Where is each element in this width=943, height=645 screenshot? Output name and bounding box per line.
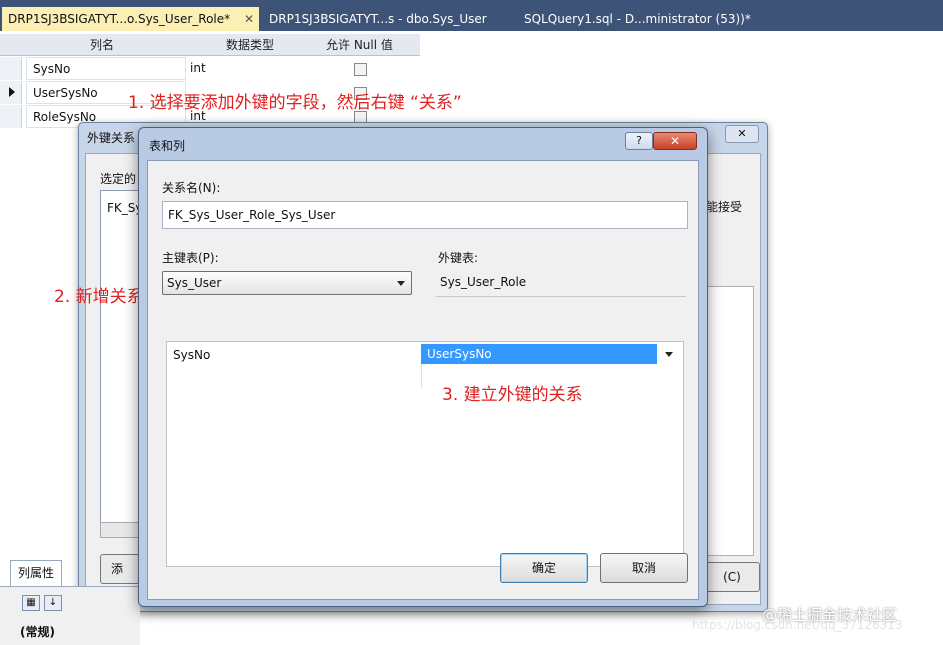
dialog-title: 表和列 <box>149 139 186 153</box>
column-properties-pane: ▦ ↓ (常规) <box>0 586 140 645</box>
pk-table-value: Sys_User <box>167 276 222 290</box>
sort-alphabetical-icon[interactable]: ↓ <box>44 595 62 611</box>
row-selector[interactable] <box>0 81 22 104</box>
relation-name-label: 关系名(N): <box>162 181 221 195</box>
relation-name-input[interactable]: FK_Sys_User_Role_Sys_User <box>162 201 688 229</box>
column-properties-tab[interactable]: 列属性 <box>10 560 62 586</box>
selected-relations-label: 选定的 <box>100 172 137 186</box>
fk-column-select[interactable]: UserSysNo <box>421 344 677 364</box>
row-selector[interactable] <box>0 105 22 128</box>
header-column-name: 列名 <box>90 38 115 52</box>
ok-button[interactable]: 确定 <box>500 553 588 583</box>
brand-watermark: @稀土掘金技术社区 <box>762 606 898 624</box>
designer-header-row: 列名 数据类型 允许 Null 值 <box>0 34 420 56</box>
fk-description-text: 能接受 <box>706 200 743 214</box>
categorized-icon[interactable]: ▦ <box>22 595 40 611</box>
tab-sys-user[interactable]: DRP1SJ3BSIGATYT...s - dbo.Sys_User <box>263 7 513 31</box>
close-icon[interactable]: ✕ <box>653 132 697 150</box>
current-row-arrow-icon <box>9 87 15 97</box>
dialog-body: 关系名(N): FK_Sys_User_Role_Sys_User 主键表(P)… <box>147 160 699 600</box>
header-data-type: 数据类型 <box>226 38 275 52</box>
tab-close-icon[interactable]: ✕ <box>244 7 254 31</box>
fk-dialog-close-icon[interactable]: ✕ <box>725 125 759 143</box>
tab-sqlquery1[interactable]: SQLQuery1.sql - D...ministrator (53))* <box>518 7 943 31</box>
column-mapping-grid: SysNo UserSysNo <box>166 341 684 567</box>
pk-table-select[interactable]: Sys_User <box>162 271 412 295</box>
fk-table-label: 外键表: <box>438 251 479 265</box>
tab-label: DRP1SJ3BSIGATYT...s - dbo.Sys_User <box>269 12 487 26</box>
document-tab-bar: DRP1SJ3BSIGATYT...o.Sys_User_Role* ✕ DRP… <box>0 0 943 34</box>
fk-column-selected[interactable]: UserSysNo <box>421 344 657 364</box>
help-icon[interactable]: ? <box>625 132 653 150</box>
chevron-down-icon[interactable] <box>665 352 673 357</box>
tab-label: DRP1SJ3BSIGATYT...o.Sys_User_Role* <box>8 12 231 26</box>
data-type-cell[interactable]: int <box>190 57 206 80</box>
fk-table-value: Sys_User_Role <box>436 269 686 297</box>
step1-annotation: 1. 选择要添加外键的字段，然后右键 “关系” <box>128 93 462 113</box>
grid-divider <box>421 364 422 388</box>
header-allow-null: 允许 Null 值 <box>326 38 393 52</box>
tables-columns-dialog: 表和列 ? ✕ 关系名(N): FK_Sys_User_Role_Sys_Use… <box>138 127 708 607</box>
column-name-cell[interactable]: SysNo <box>26 57 186 80</box>
pk-column-cell[interactable]: SysNo <box>173 348 210 362</box>
allow-null-checkbox[interactable] <box>354 63 367 76</box>
fk-close-button[interactable]: (C) <box>704 562 760 592</box>
pk-table-label: 主键表(P): <box>162 251 219 265</box>
table-row[interactable]: SysNo int <box>0 57 420 80</box>
step3-annotation: 3. 建立外键的关系 <box>442 385 583 405</box>
fk-properties-panel <box>706 286 754 556</box>
step2-annotation: 2. 新增关系 <box>54 287 144 307</box>
properties-group-general[interactable]: (常规) <box>20 623 55 640</box>
chevron-down-icon[interactable] <box>397 281 405 286</box>
tab-label: SQLQuery1.sql - D...ministrator (53))* <box>524 12 751 26</box>
fk-dialog-title: 外键关系 <box>87 131 136 145</box>
row-selector[interactable] <box>0 57 22 80</box>
cancel-button[interactable]: 取消 <box>600 553 688 583</box>
tab-sys-user-role[interactable]: DRP1SJ3BSIGATYT...o.Sys_User_Role* ✕ <box>2 7 259 31</box>
